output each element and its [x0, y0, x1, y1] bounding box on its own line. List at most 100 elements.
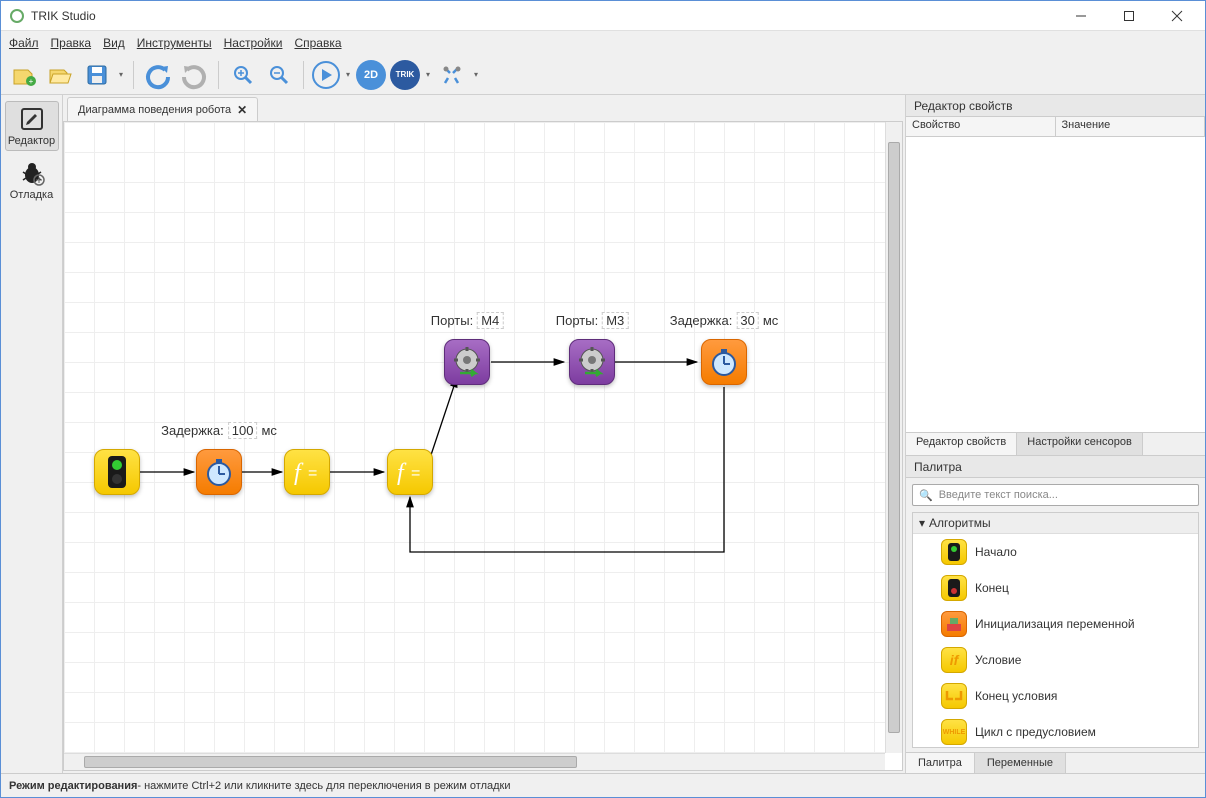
- tab-palette[interactable]: Палитра: [906, 753, 975, 773]
- palette-bottom-tabs: Палитра Переменные: [906, 752, 1205, 773]
- start-palette-icon: [941, 539, 967, 565]
- palette-panel-title: Палитра: [906, 456, 1205, 478]
- motor-node-m4[interactable]: Порты: M4: [444, 339, 490, 385]
- prop-col-value: Значение: [1056, 117, 1206, 136]
- maximize-button[interactable]: [1117, 4, 1141, 28]
- prop-col-name: Свойство: [906, 117, 1056, 136]
- new-button[interactable]: +: [9, 59, 41, 91]
- menu-tools[interactable]: Инструменты: [137, 36, 212, 50]
- tools-dropdown[interactable]: ▾: [472, 59, 480, 91]
- palette-item-while[interactable]: WHILEЦикл с предусловием: [913, 714, 1198, 748]
- properties-panel-title: Редактор свойств: [906, 95, 1205, 117]
- app-title: TRIK Studio: [31, 9, 1069, 23]
- save-button[interactable]: [81, 59, 113, 91]
- run-dropdown[interactable]: ▾: [344, 59, 352, 91]
- tab-sensor-settings[interactable]: Настройки сенсоров: [1017, 433, 1143, 455]
- vertical-scrollbar[interactable]: [885, 122, 902, 753]
- zoom-in-button[interactable]: [227, 59, 259, 91]
- timer-node-2[interactable]: Задержка: 30 мс: [701, 339, 747, 385]
- tools-button[interactable]: [436, 59, 468, 91]
- save-dropdown[interactable]: ▾: [117, 59, 125, 91]
- diagram-tab[interactable]: Диаграмма поведения робота ✕: [67, 97, 258, 121]
- canvas-container: Задержка: 100 мс f= f= Пор: [63, 121, 903, 771]
- app-icon: [9, 8, 25, 24]
- menu-settings[interactable]: Настройки: [224, 36, 283, 50]
- start-node[interactable]: [94, 449, 140, 495]
- trik-mode-button[interactable]: TRIK: [390, 60, 420, 90]
- tab-property-editor[interactable]: Редактор свойств: [906, 433, 1017, 455]
- menu-view[interactable]: Вид: [103, 36, 125, 50]
- motor-gear-icon: [575, 345, 609, 379]
- while-palette-icon: WHILE: [941, 719, 967, 745]
- 2d-mode-button[interactable]: 2D: [356, 60, 386, 90]
- open-button[interactable]: [45, 59, 77, 91]
- debug-label: Отладка: [10, 189, 53, 201]
- close-button[interactable]: [1165, 4, 1189, 28]
- minimize-button[interactable]: [1069, 4, 1093, 28]
- horizontal-scrollbar[interactable]: [64, 753, 885, 770]
- separator: [133, 61, 134, 89]
- traffic-light-icon: [104, 455, 130, 489]
- svg-text:f: f: [294, 460, 304, 486]
- right-dock: Редактор свойств Свойство Значение Редак…: [905, 95, 1205, 773]
- search-icon: 🔍: [919, 489, 933, 502]
- timer-icon: [204, 457, 234, 487]
- run-button[interactable]: [312, 61, 340, 89]
- function-icon: f=: [395, 457, 425, 487]
- edit-icon: [18, 105, 46, 133]
- timer-node-1[interactable]: Задержка: 100 мс: [196, 449, 242, 495]
- palette-item-if[interactable]: ifУсловие: [913, 642, 1198, 678]
- palette-search-input[interactable]: 🔍 Введите текст поиска...: [912, 484, 1199, 506]
- editor-label: Редактор: [8, 135, 55, 147]
- tab-bar: Диаграмма поведения робота ✕: [63, 95, 905, 121]
- status-hint: - нажмите Ctrl+2 или кликните здесь для …: [137, 780, 510, 792]
- timer-1-label: Задержка: 100 мс: [161, 422, 277, 439]
- timer-2-label: Задержка: 30 мс: [670, 312, 779, 329]
- palette-item-init-var[interactable]: Инициализация переменной: [913, 606, 1198, 642]
- end-palette-icon: [941, 575, 967, 601]
- svg-text:=: =: [308, 465, 317, 482]
- main-area: Редактор Отладка Диаграмма поведения роб…: [1, 95, 1205, 773]
- menubar: Файл Правка Вид Инструменты Настройки Сп…: [1, 31, 1205, 55]
- app-window: TRIK Studio Файл Правка Вид Инструменты …: [0, 0, 1206, 798]
- menu-edit[interactable]: Правка: [51, 36, 92, 50]
- separator: [303, 61, 304, 89]
- svg-text:+: +: [29, 77, 34, 86]
- properties-body: [906, 137, 1205, 432]
- function-icon: f=: [292, 457, 322, 487]
- init-var-palette-icon: [941, 611, 967, 637]
- undo-button[interactable]: [142, 59, 174, 91]
- function-node-2[interactable]: f=: [387, 449, 433, 495]
- palette-item-start[interactable]: Начало: [913, 534, 1198, 570]
- menu-help[interactable]: Справка: [294, 36, 341, 50]
- collapse-icon: ▾: [919, 516, 925, 530]
- debug-mode-button[interactable]: Отладка: [5, 155, 59, 205]
- palette-tree: ▾ Алгоритмы Начало Конец Инициализация п…: [912, 512, 1199, 748]
- palette-group-algorithms[interactable]: ▾ Алгоритмы: [913, 513, 1198, 534]
- diagram-canvas[interactable]: Задержка: 100 мс f= f= Пор: [64, 122, 885, 753]
- bug-icon: [18, 159, 46, 187]
- toolbar: + ▾ ▾ 2D TRIK ▾ ▾: [1, 55, 1205, 95]
- titlebar: TRIK Studio: [1, 1, 1205, 31]
- palette-panel: 🔍 Введите текст поиска... ▾ Алгоритмы На…: [906, 478, 1205, 773]
- properties-columns: Свойство Значение: [906, 117, 1205, 137]
- center-area: Диаграмма поведения робота ✕: [63, 95, 905, 773]
- mode-dropdown[interactable]: ▾: [424, 59, 432, 91]
- palette-item-endif[interactable]: Конец условия: [913, 678, 1198, 714]
- function-node-1[interactable]: f=: [284, 449, 330, 495]
- tab-title: Диаграмма поведения робота: [78, 104, 231, 116]
- motor-gear-icon: [450, 345, 484, 379]
- motor-m4-label: Порты: M4: [431, 312, 504, 329]
- zoom-out-button[interactable]: [263, 59, 295, 91]
- motor-node-m3[interactable]: Порты: M3: [569, 339, 615, 385]
- tab-close-icon[interactable]: ✕: [237, 103, 247, 117]
- palette-item-end[interactable]: Конец: [913, 570, 1198, 606]
- svg-text:f: f: [397, 460, 407, 486]
- tab-variables[interactable]: Переменные: [975, 753, 1066, 773]
- search-placeholder: Введите текст поиска...: [939, 489, 1058, 501]
- statusbar[interactable]: Режим редактирования - нажмите Ctrl+2 ил…: [1, 773, 1205, 797]
- properties-tabs: Редактор свойств Настройки сенсоров: [906, 432, 1205, 456]
- redo-button[interactable]: [178, 59, 210, 91]
- menu-file[interactable]: Файл: [9, 36, 39, 50]
- editor-mode-button[interactable]: Редактор: [5, 101, 59, 151]
